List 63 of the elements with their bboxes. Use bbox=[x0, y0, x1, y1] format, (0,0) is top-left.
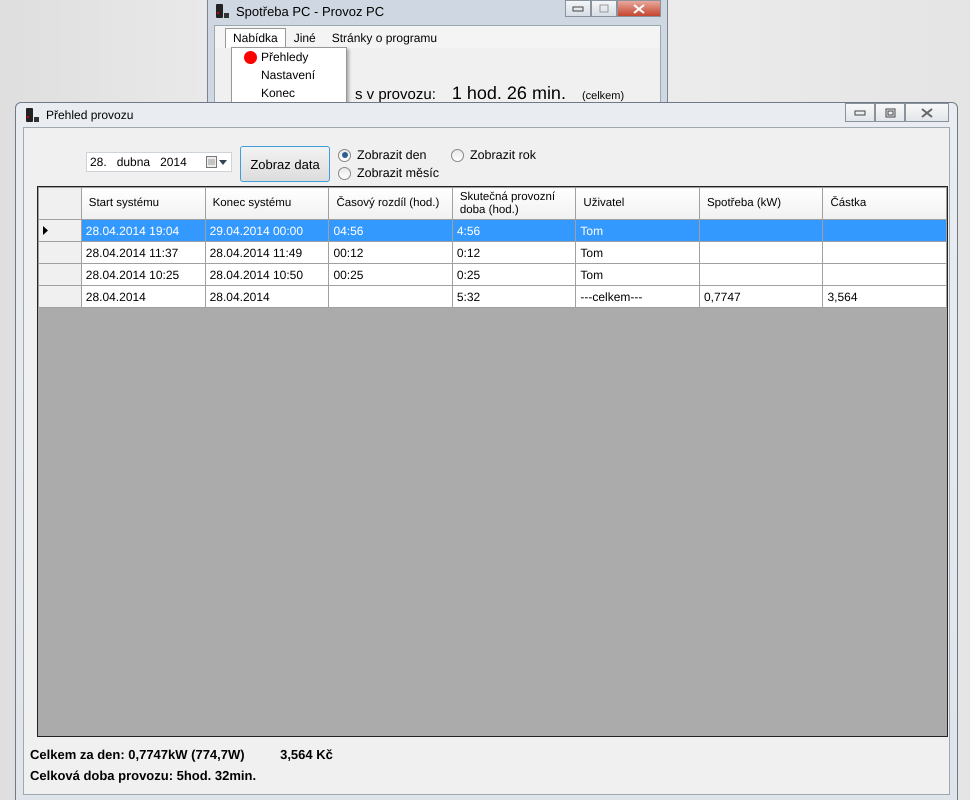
uptime-value: 1 hod. 26 min. bbox=[452, 83, 566, 104]
radio-option[interactable]: Zobrazit rok bbox=[450, 146, 536, 164]
table-cell: 5:32 bbox=[452, 286, 576, 308]
menu-item[interactable]: Nabídka bbox=[225, 28, 286, 48]
table-cell: Tom bbox=[576, 220, 700, 242]
restore-button[interactable] bbox=[875, 103, 905, 122]
table-cell: 28.04.2014 bbox=[81, 286, 206, 308]
close-button[interactable] bbox=[905, 103, 949, 122]
date-picker[interactable]: 28. dubna 2014 bbox=[86, 152, 232, 172]
restore-icon bbox=[884, 108, 896, 118]
table-cell: Tom bbox=[576, 242, 700, 264]
window-title: Přehled provozu bbox=[46, 108, 134, 122]
table-cell: 00:12 bbox=[328, 242, 452, 264]
table-cell: 04:56 bbox=[328, 220, 452, 242]
minimize-button[interactable] bbox=[845, 103, 875, 122]
column-header[interactable]: Časový rozdíl (hod.) bbox=[328, 188, 452, 220]
table-cell: 28.04.2014 11:37 bbox=[81, 242, 206, 264]
day-cost: 3,564 Kč bbox=[280, 747, 333, 762]
day-total: Celkem za den: 0,7747kW (774,7W) bbox=[30, 747, 246, 762]
table-cell: 0:12 bbox=[452, 242, 576, 264]
table-cell: Tom bbox=[576, 264, 700, 286]
calendar-dropdown-icon[interactable] bbox=[206, 156, 228, 168]
computer-icon bbox=[24, 107, 40, 123]
table-cell: ---celkem--- bbox=[576, 286, 700, 308]
current-row-icon bbox=[43, 226, 49, 234]
column-header[interactable]: Start systému bbox=[81, 188, 206, 220]
table-cell: 00:25 bbox=[328, 264, 452, 286]
table-cell: 28.04.2014 bbox=[205, 286, 329, 308]
minimize-icon bbox=[854, 110, 866, 116]
menu-item[interactable]: Jiné bbox=[286, 28, 324, 48]
menu-item[interactable]: Stránky o programu bbox=[324, 28, 446, 48]
table-cell: 4:56 bbox=[452, 220, 576, 242]
table-cell: 3,564 bbox=[822, 286, 946, 308]
column-header[interactable]: Částka bbox=[822, 188, 946, 220]
menu-item[interactable]: Nastavení bbox=[240, 66, 316, 84]
total-uptime: Celková doba provozu: 5hod. 32min. bbox=[30, 768, 256, 783]
minimize-button[interactable] bbox=[565, 0, 591, 17]
close-icon bbox=[633, 4, 645, 14]
show-data-button[interactable]: Zobraz data bbox=[240, 146, 330, 182]
minimize-icon bbox=[572, 6, 584, 12]
column-header[interactable]: Konec systému bbox=[205, 188, 329, 220]
menu-item[interactable]: Přehledy bbox=[240, 48, 308, 66]
table-cell: 29.04.2014 00:00 bbox=[205, 220, 329, 242]
table-cell: 28.04.2014 11:49 bbox=[205, 242, 329, 264]
close-button[interactable] bbox=[617, 0, 661, 17]
maximize-icon bbox=[599, 4, 609, 13]
table-cell: 0:25 bbox=[452, 264, 576, 286]
column-header[interactable]: Skutečná provozní doba (hod.) bbox=[452, 188, 576, 220]
table-cell: 28.04.2014 19:04 bbox=[81, 220, 206, 242]
menu-item[interactable]: Konec bbox=[240, 84, 296, 102]
table-cell: 0,7747 bbox=[699, 286, 823, 308]
uptime-note: (celkem) bbox=[582, 90, 624, 102]
close-icon bbox=[921, 108, 933, 118]
row-header[interactable] bbox=[38, 220, 82, 242]
column-header[interactable]: Spotřeba (kW) bbox=[699, 188, 823, 220]
window-title: Spotřeba PC - Provoz PC bbox=[236, 4, 384, 18]
radio-option[interactable]: Zobrazit měsíc bbox=[338, 164, 439, 182]
column-header[interactable]: Uživatel bbox=[576, 188, 700, 220]
uptime-label: s v provozu: bbox=[355, 86, 436, 103]
radio-option[interactable]: Zobrazit den bbox=[338, 146, 439, 164]
table-cell: 28.04.2014 10:50 bbox=[205, 264, 329, 286]
computer-icon bbox=[214, 3, 230, 19]
table-cell: 28.04.2014 10:25 bbox=[81, 264, 206, 286]
